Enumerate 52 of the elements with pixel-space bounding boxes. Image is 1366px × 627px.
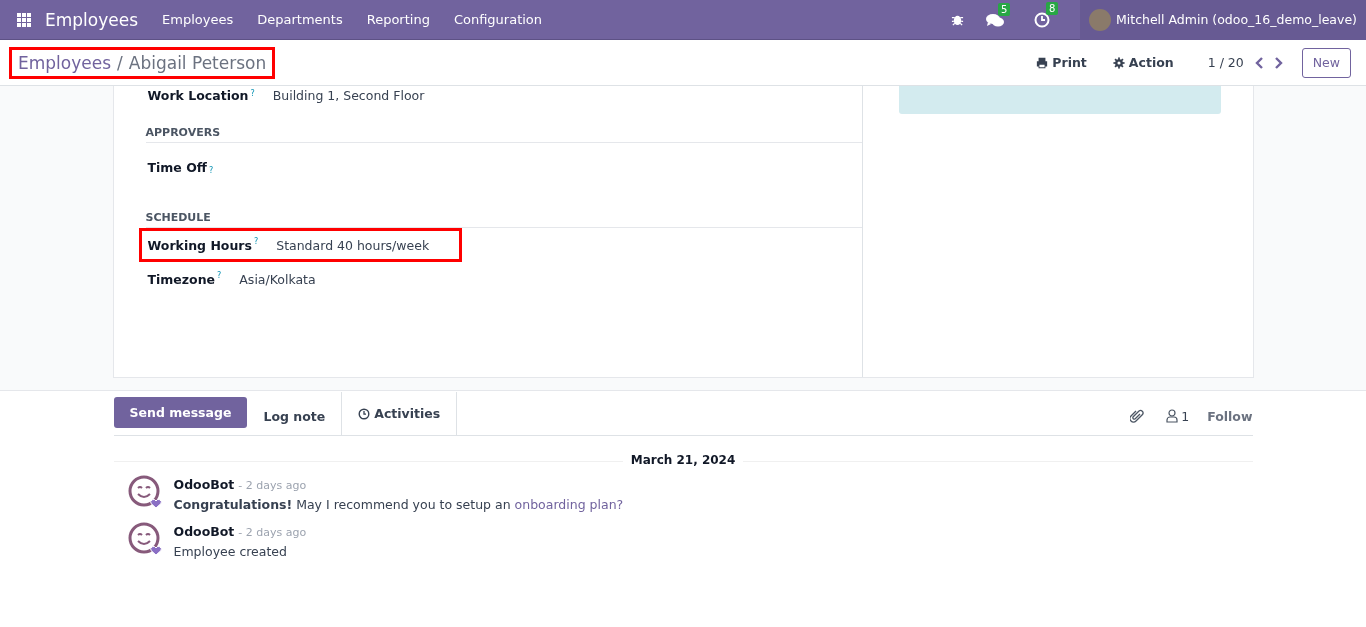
field-value[interactable]: Standard 40 hours/week	[276, 237, 430, 253]
new-button[interactable]: New	[1301, 47, 1351, 78]
help-tooltip-mark[interactable]: ?	[253, 231, 259, 246]
next-chevron-icon[interactable]	[1273, 55, 1284, 70]
onboarding-plan-link[interactable]: onboarding plan?	[514, 497, 624, 512]
person-icon[interactable]	[1166, 409, 1179, 423]
bot-avatar-icon	[127, 522, 162, 556]
printer-icon	[1036, 56, 1049, 69]
paperclip-icon[interactable]	[1130, 409, 1145, 423]
chat-bubbles-icon[interactable]	[985, 12, 1004, 27]
app-name[interactable]: Employees	[45, 9, 139, 30]
field-label: Time Off	[147, 160, 207, 175]
activities-count-badge: 8	[1045, 1, 1059, 15]
section-heading: SCHEDULE	[145, 211, 862, 228]
breadcrumb-link[interactable]: Employees	[18, 52, 112, 73]
pager-value: 1 / 20	[1207, 55, 1244, 70]
nav-menu-item[interactable]: Employees	[162, 12, 234, 27]
field-value[interactable]: Building 1, Second Floor	[272, 87, 425, 103]
bug-icon[interactable]	[950, 13, 964, 26]
message-time: - 2 days ago	[238, 479, 307, 492]
help-tooltip-mark[interactable]: ?	[208, 160, 214, 175]
clock-icon	[358, 407, 371, 420]
nav-menu-item[interactable]: Configuration	[453, 12, 543, 27]
followers-count[interactable]: 1	[1181, 408, 1190, 424]
bot-avatar-icon	[127, 475, 162, 509]
message-author[interactable]: OdooBot	[173, 524, 235, 539]
gear-icon	[1112, 56, 1125, 69]
message-body: Employee created	[173, 543, 288, 561]
messages-count-badge: 5	[997, 2, 1011, 16]
nav-menu-item[interactable]: Reporting	[366, 12, 430, 27]
help-tooltip-mark[interactable]: ?	[217, 265, 222, 280]
record-title: Abigail Peterson	[128, 52, 267, 73]
help-tooltip-mark[interactable]: ?	[250, 83, 255, 98]
clock-icon[interactable]	[1033, 11, 1050, 28]
message-time: - 2 days ago	[238, 526, 307, 539]
message-body: Congratulations! May I recommend you to setup an onboarding plan?	[173, 496, 624, 514]
print-button[interactable]: Print	[1030, 54, 1093, 71]
section-heading: APPROVERS	[145, 126, 862, 143]
chatter-tab[interactable]: Send message	[113, 397, 248, 428]
previous-chevron-icon[interactable]	[1253, 55, 1264, 70]
breadcrumb-separator: /	[117, 52, 123, 73]
field-label: Working Hours	[147, 237, 252, 253]
nav-menu-item[interactable]: Departments	[257, 12, 343, 27]
field-label: Timezone	[147, 271, 216, 287]
follow-link[interactable]: Follow	[1207, 408, 1253, 424]
message-author[interactable]: OdooBot	[173, 477, 235, 492]
field-value[interactable]: Asia/Kolkata	[239, 271, 316, 287]
action-button[interactable]: Action	[1106, 54, 1180, 71]
apps-grid-icon[interactable]	[17, 12, 31, 27]
date-separator-label: March 21, 2024	[622, 453, 744, 467]
chatter-tab[interactable]: Activities	[341, 392, 458, 435]
field-label: Work Location	[147, 87, 249, 103]
